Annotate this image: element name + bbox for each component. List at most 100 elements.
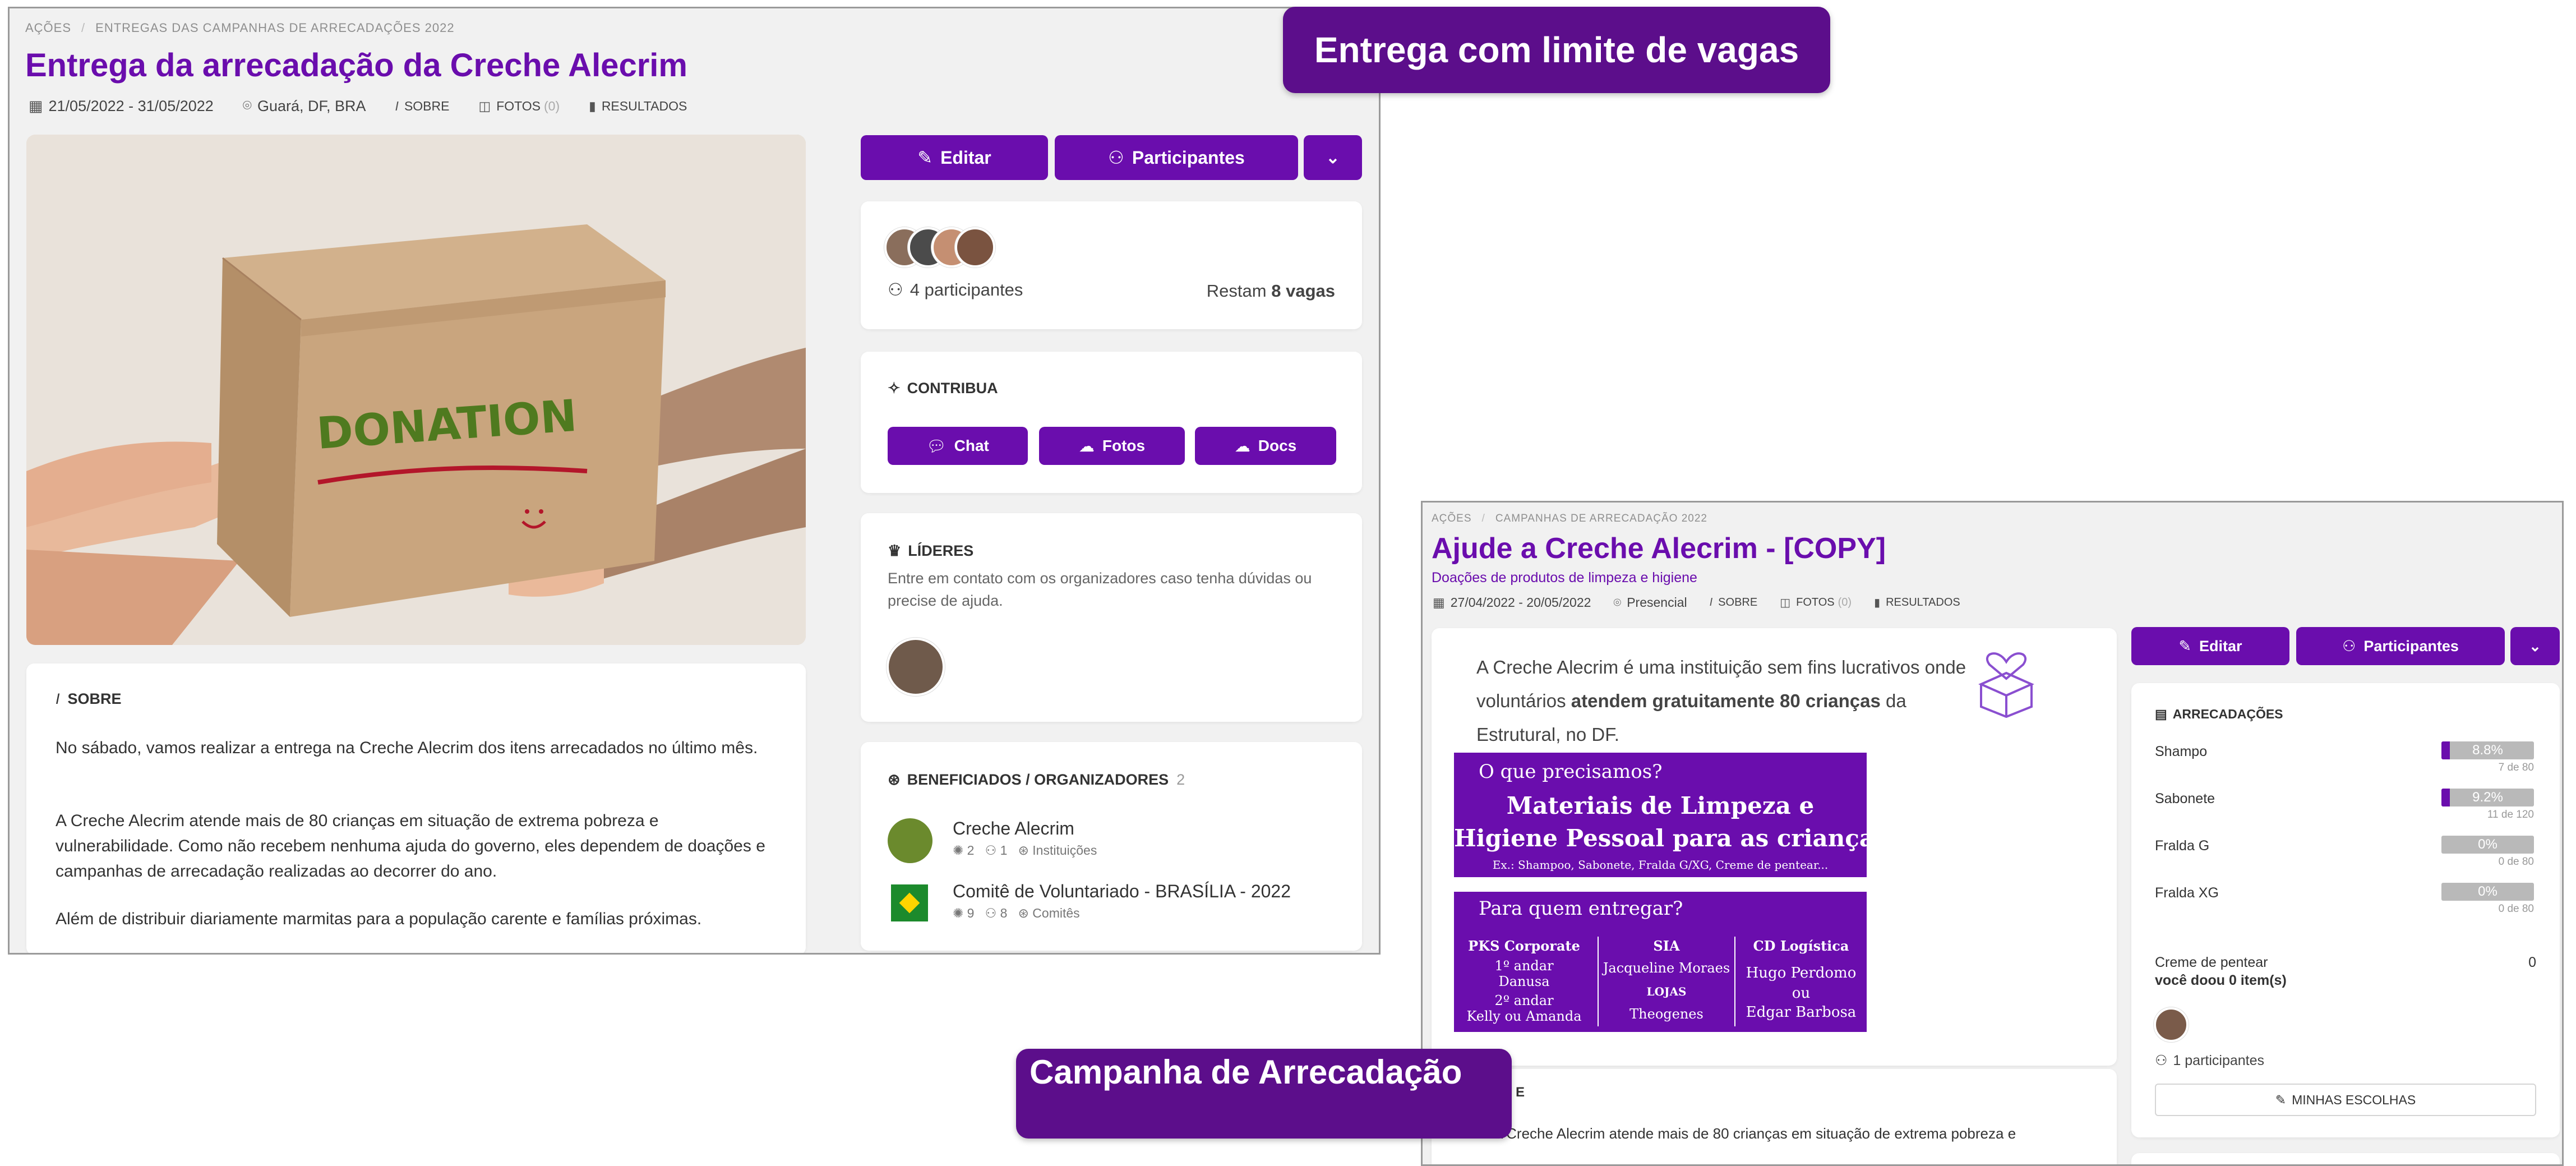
- needs-question: O que precisamos?: [1479, 761, 1663, 783]
- people-icon: ⚇: [888, 280, 903, 299]
- progress-percent: 0%: [2478, 884, 2497, 899]
- needs-heading-1: Materiais de Limpeza e: [1506, 792, 1815, 819]
- handshake-icon: ⊛: [888, 771, 901, 788]
- item-name: Fralda XG: [2155, 885, 2219, 901]
- remaining-spots: Restam 8 vagas: [1206, 281, 1335, 301]
- info-icon: i: [56, 690, 60, 707]
- results-link[interactable]: ▮ RESULTADOS: [1874, 596, 1960, 610]
- camera-icon: ◫: [1780, 597, 1791, 609]
- beneficiary-name[interactable]: Creche Alecrim: [953, 818, 1074, 839]
- beneficiary-stats: ✺ 9 ⚇ 8 ⊛ Comitês: [953, 906, 1080, 920]
- event-location: ⌾ Presencial: [1613, 595, 1687, 610]
- participants-card: ⚇ 4 participantes Restam 8 vagas: [861, 201, 1362, 329]
- calendar-icon: ▦: [29, 97, 43, 114]
- pencil-icon: ✎: [2178, 637, 2192, 655]
- donated-summary: você doou 0 item(s): [2155, 973, 2287, 988]
- chart-icon: ▮: [1874, 597, 1881, 609]
- photos-link[interactable]: ◫ FOTOS (0): [478, 99, 560, 114]
- more-options-button[interactable]: ⌄: [1304, 135, 1362, 180]
- banner-collection-campaign: Campanha de Arrecadação: [1016, 1049, 1512, 1139]
- participants-button[interactable]: ⚇ Participantes: [1055, 135, 1298, 180]
- item-name: Sabonete: [2155, 791, 2215, 806]
- sparkle-icon: ✧: [888, 380, 901, 397]
- banner-limited-spots: Entrega com limite de vagas: [1283, 7, 1830, 93]
- edit-square-icon: ✎: [2275, 1092, 2287, 1107]
- map-pin-icon: ⌾: [1613, 595, 1622, 610]
- item-name: Shampo: [2155, 744, 2208, 759]
- chat-icon: 💬︎: [926, 437, 947, 455]
- delivery-col2-line: Theogenes: [1629, 1006, 1704, 1022]
- collections-title: ▤ ARRECADAÇÕES: [2155, 707, 2283, 721]
- archive-icon: ▤: [2155, 707, 2167, 721]
- breadcrumb-item-actions[interactable]: AÇÕES: [25, 21, 71, 35]
- event-meta: ▦ 21/05/2022 - 31/05/2022 ⌾ Guará, DF, BRA…: [29, 97, 716, 115]
- avatar[interactable]: [2154, 1007, 2189, 1042]
- delivery-col1-line: 1º andar: [1494, 958, 1554, 974]
- delivery-poster: Para quem entregar? PKS Corporate 1º and…: [1454, 892, 1867, 1032]
- donation-box-illustration: DONATION: [26, 135, 806, 645]
- beneficiaries-card: ⊛ BENEFICIADOS / ORGANIZADORES 2 Creche Al…: [861, 742, 1362, 951]
- people-icon: ⚇: [2342, 637, 2356, 655]
- beneficiary-logo[interactable]: [888, 818, 932, 863]
- photos-upload-button[interactable]: ☁ Fotos: [1039, 427, 1185, 465]
- progress-percent: 8.8%: [2472, 743, 2503, 758]
- item-name: Fralda G: [2155, 838, 2210, 854]
- contribute-card: ✧ CONTRIBUA 💬︎ Chat ☁ Fotos ☁ Docs: [861, 352, 1362, 493]
- item-count: 0: [2528, 955, 2536, 970]
- chevron-down-icon: ⌄: [1326, 148, 1340, 167]
- event-location: ⌾ Guará, DF, BRA: [242, 97, 366, 114]
- participants-count: ⚇ 4 participantes: [888, 280, 1023, 299]
- breadcrumb-item-actions[interactable]: AÇÕES: [1432, 513, 1472, 524]
- chart-icon: ▮: [589, 98, 596, 113]
- next-card: [2131, 1153, 2560, 1164]
- collections-card: ▤ ARRECADAÇÕES Shampo 8.8% 7 de 80 Sabonete 9…: [2131, 683, 2560, 1137]
- cloud-upload-icon: ☁: [1078, 437, 1095, 455]
- people-icon: ⚇: [2155, 1053, 2168, 1068]
- progress-detail: 0 de 80: [2498, 903, 2534, 915]
- results-link[interactable]: ▮ RESULTADOS: [589, 99, 687, 114]
- delivery-col2-heading: SIA: [1653, 938, 1680, 954]
- about-card: E A Creche Alecrim atende mais de 80 cri…: [1432, 1069, 2117, 1164]
- campaign-description-card: A Creche Alecrim é uma instituição sem f…: [1432, 628, 2117, 1066]
- breadcrumb-item-category[interactable]: CAMPANHAS DE ARRECADAÇÃO 2022: [1495, 513, 1707, 524]
- event-delivery-screen: AÇÕES / ENTREGAS DAS CAMPANHAS DE ARRECADA…: [8, 7, 1381, 955]
- beneficiary-name[interactable]: Comitê de Voluntariado - BRASÍLIA - 2022: [953, 881, 1291, 902]
- info-icon: i: [395, 98, 399, 113]
- chat-button[interactable]: 💬︎ Chat: [888, 427, 1028, 465]
- leaders-title: ♛ LÍDERES: [888, 542, 974, 559]
- delivery-col1-line: Kelly ou Amanda: [1466, 1008, 1582, 1024]
- breadcrumb: AÇÕES / CAMPANHAS DE ARRECADAÇÃO 2022: [1432, 513, 1707, 524]
- progress-percent: 0%: [2478, 837, 2497, 852]
- map-pin-icon: ⌾: [242, 97, 252, 114]
- crown-icon: ♛: [888, 542, 902, 559]
- institution-icon: ⊛: [1018, 843, 1029, 858]
- about-paragraph-1: No sábado, vamos realizar a entrega na C…: [56, 739, 758, 757]
- leader-avatar[interactable]: [887, 638, 945, 696]
- about-paragraph-2: A Creche Alecrim atende mais de 80 crian…: [56, 812, 765, 881]
- page-title: Entrega da arrecadação da Creche Alecrim: [25, 47, 687, 84]
- event-photo: DONATION: [26, 135, 806, 645]
- page-subtitle: Doações de produtos de limpeza e higiene: [1432, 570, 1697, 586]
- participants-button[interactable]: ⚇ Participantes: [2296, 627, 2505, 665]
- chevron-down-icon: ⌄: [2529, 637, 2541, 655]
- photos-link[interactable]: ◫ FOTOS (0): [1780, 596, 1852, 610]
- participants-count: ⚇ 1 participantes: [2155, 1053, 2265, 1068]
- edit-button[interactable]: ✎ Editar: [2131, 627, 2289, 665]
- committee-logo[interactable]: [891, 884, 928, 921]
- avatar[interactable]: [955, 227, 995, 268]
- docs-upload-button[interactable]: ☁ Docs: [1195, 427, 1336, 465]
- people-icon: ⚇: [1108, 148, 1124, 168]
- my-choices-button[interactable]: ✎ MINHAS ESCOLHAS: [2155, 1084, 2536, 1116]
- breadcrumb-item-category[interactable]: ENTREGAS DAS CAMPANHAS DE ARRECADAÇÕES 2…: [95, 21, 454, 35]
- edit-button[interactable]: ✎ Editar: [861, 135, 1048, 180]
- about-link[interactable]: i SOBRE: [1710, 596, 1758, 609]
- page-title: Ajude a Creche Alecrim - [COPY]: [1432, 532, 1886, 565]
- delivery-col2-line: Jacqueline Moraes: [1603, 960, 1730, 976]
- more-options-button[interactable]: ⌄: [2510, 627, 2560, 665]
- about-link[interactable]: i SOBRE: [395, 99, 450, 114]
- delivery-col3-line: Hugo Perdomo: [1746, 965, 1857, 981]
- progress-bar: 0%: [2441, 836, 2534, 854]
- progress-bar: 0%: [2441, 883, 2534, 901]
- people-icon: ⚇: [985, 843, 997, 858]
- needs-examples: Ex.: Shampoo, Sabonete, Fralda G/XG, Cre…: [1492, 858, 1829, 872]
